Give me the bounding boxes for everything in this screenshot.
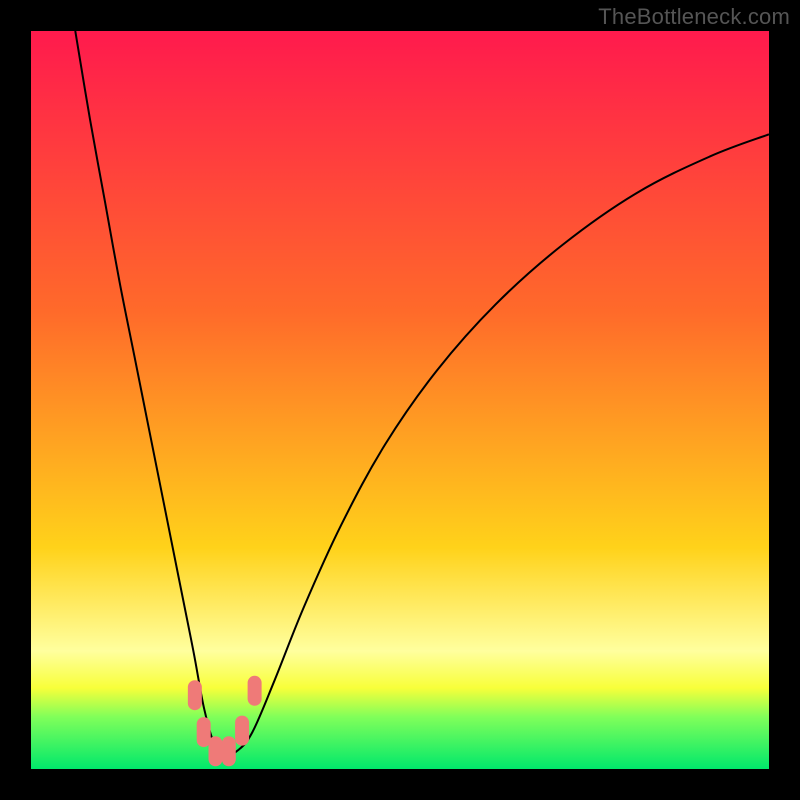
attribution-text: TheBottleneck.com [598,4,790,30]
plot-area [31,31,769,769]
curve-marker [209,736,223,766]
curve-layer [31,31,769,769]
curve-marker [248,676,262,706]
curve-marker [222,736,236,766]
chart-frame: TheBottleneck.com [0,0,800,800]
curve-marker [235,716,249,746]
curve-markers [188,676,262,767]
bottleneck-curve [75,31,769,755]
curve-marker [188,680,202,710]
